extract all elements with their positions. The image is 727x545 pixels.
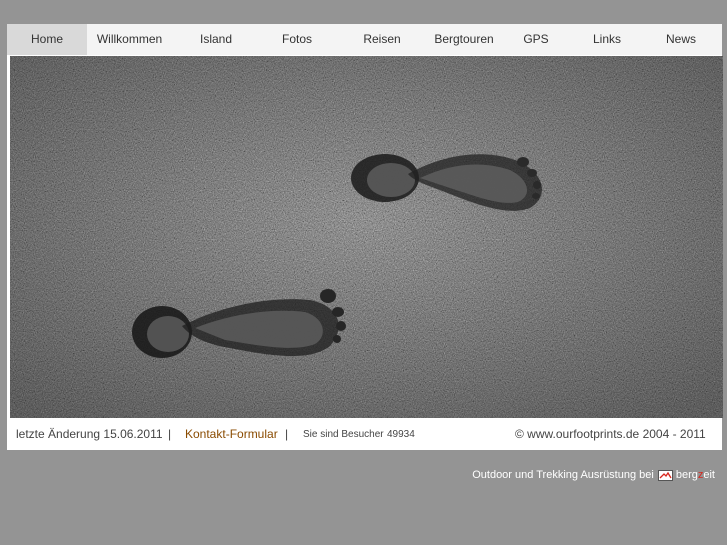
footer-separator: | — [285, 427, 289, 441]
page-frame: Home Willkommen Island Fotos Reisen Berg… — [7, 24, 723, 450]
visitor-count: 49934 — [387, 429, 415, 440]
sponsor-line[interactable]: Outdoor und Trekking Ausrüstung bei berg… — [472, 469, 715, 481]
nav-item-island[interactable]: Island — [172, 24, 260, 55]
footprints-photo — [10, 56, 723, 418]
nav-item-reisen[interactable]: Reisen — [334, 24, 430, 55]
nav-item-willkommen[interactable]: Willkommen — [87, 24, 172, 55]
nav-item-gps[interactable]: GPS — [498, 24, 574, 55]
bergzeit-logo-icon — [657, 469, 673, 481]
visitor-label: Sie sind Besucher — [303, 429, 384, 440]
sponsor-text: Outdoor und Trekking Ausrüstung bei — [472, 469, 654, 481]
nav-item-home[interactable]: Home — [7, 24, 87, 55]
main-nav: Home Willkommen Island Fotos Reisen Berg… — [7, 24, 722, 55]
copyright-text: © www.ourfootprints.de 2004 - 2011 — [515, 427, 706, 441]
brand-link[interactable]: bergzeit — [676, 469, 715, 481]
footer-bar: letzte Änderung 15.06.2011 | Kontakt-For… — [7, 418, 722, 450]
contact-form-link[interactable]: Kontakt-Formular — [185, 427, 278, 441]
nav-item-news[interactable]: News — [640, 24, 722, 55]
last-change-text: letzte Änderung 15.06.2011 — [16, 427, 163, 441]
footer-separator: | — [168, 427, 172, 441]
nav-item-fotos[interactable]: Fotos — [260, 24, 334, 55]
nav-item-links[interactable]: Links — [574, 24, 640, 55]
nav-item-bergtouren[interactable]: Bergtouren — [430, 24, 498, 55]
